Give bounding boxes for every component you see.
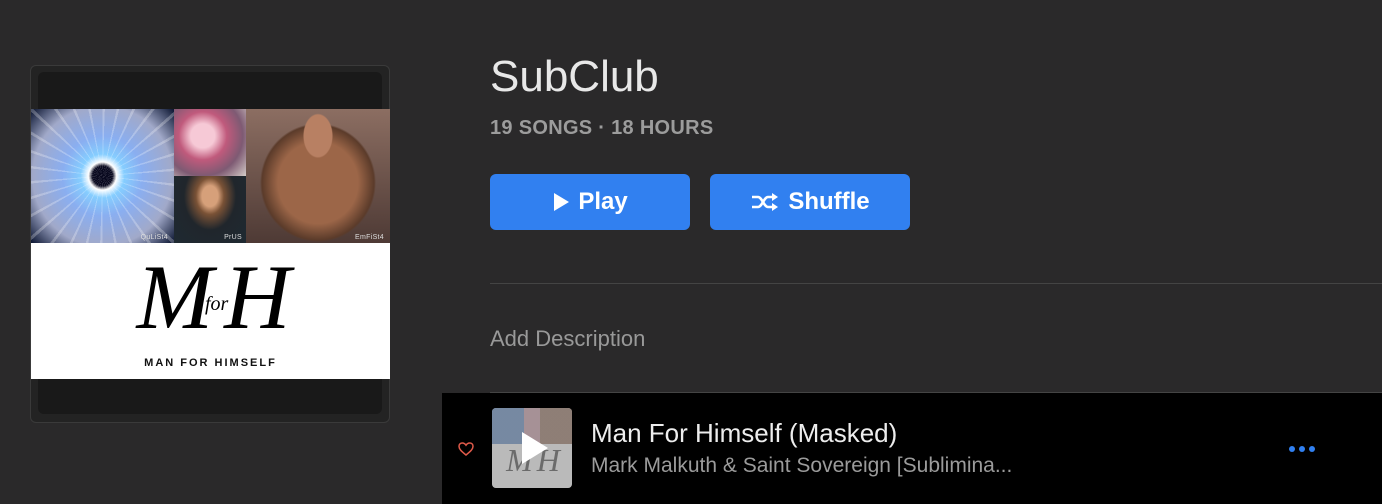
heart-icon[interactable]	[458, 441, 474, 457]
artwork-tile-label: EmFiSt4	[355, 234, 384, 241]
play-button-label: Play	[578, 188, 628, 215]
artwork-tile-body: EmFiSt4	[246, 109, 390, 243]
playlist-meta: 19 SONGS · 18 HOURS	[490, 117, 714, 139]
track-artwork[interactable]: M H	[492, 408, 572, 488]
playlist-page: QuLiSt4 PrUS EmFiSt4 M H for MAN FOR HIM…	[0, 0, 1382, 504]
play-icon	[554, 193, 570, 211]
artwork-tile-space: QuLiSt4	[31, 109, 174, 243]
track-title[interactable]: Man For Himself (Masked)	[591, 418, 897, 449]
artwork-tile-pink	[174, 109, 246, 176]
logo-for: for	[205, 293, 229, 315]
shuffle-button[interactable]: Shuffle	[710, 174, 910, 230]
artwork-tile-man: PrUS	[174, 176, 246, 243]
divider	[490, 283, 1382, 284]
more-dot	[1289, 446, 1295, 452]
track-row[interactable]: M H Man For Himself (Masked) Mark Malkut…	[442, 393, 1382, 504]
logo-subtitle: MAN FOR HIMSELF	[144, 357, 277, 369]
more-dot	[1299, 446, 1305, 452]
artwork-tile-label: PrUS	[224, 234, 242, 241]
track-artist[interactable]: Mark Malkuth & Saint Sovereign [Sublimin…	[591, 454, 1111, 478]
playlist-artwork[interactable]: QuLiSt4 PrUS EmFiSt4 M H for MAN FOR HIM…	[31, 109, 390, 379]
shuffle-icon	[752, 193, 779, 211]
artwork-logo: M H for MAN FOR HIMSELF	[31, 243, 390, 379]
playlist-title[interactable]: SubClub	[490, 52, 659, 102]
more-icon[interactable]	[1284, 437, 1320, 461]
play-button[interactable]: Play	[490, 174, 690, 230]
add-description-link[interactable]: Add Description	[490, 326, 645, 352]
shuffle-button-label: Shuffle	[788, 188, 870, 215]
artwork-tile-label: QuLiSt4	[140, 234, 168, 241]
more-dot	[1309, 446, 1315, 452]
play-icon[interactable]	[522, 432, 548, 464]
